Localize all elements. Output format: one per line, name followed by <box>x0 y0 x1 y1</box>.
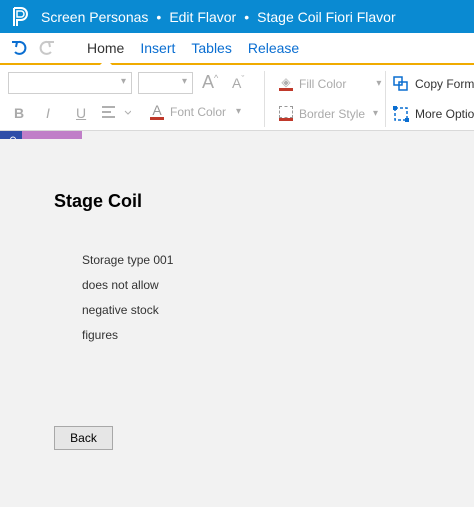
more-options-button[interactable]: More Options <box>393 106 474 122</box>
border-style-button[interactable]: Border Style ▾ <box>279 106 378 121</box>
italic-button[interactable]: I <box>46 105 50 121</box>
message-line: figures <box>82 328 119 342</box>
font-family-select[interactable]: ▾ <box>8 72 132 94</box>
grow-font-icon[interactable]: A ^ <box>202 72 218 93</box>
message-line: does not allow <box>82 278 159 292</box>
zoom-icon[interactable] <box>0 131 22 144</box>
shrink-font-icon[interactable]: Aˇ <box>232 74 244 91</box>
title-bar: Screen Personas • Edit Flavor • Stage Co… <box>0 0 474 33</box>
font-size-select[interactable]: ▾ <box>138 72 193 94</box>
message-line: negative stock <box>82 303 159 317</box>
bold-button[interactable]: B <box>14 105 24 121</box>
chevron-down-icon: ▾ <box>181 76 187 87</box>
border-style-icon <box>279 106 293 121</box>
breadcrumb-separator: • <box>156 8 162 25</box>
tab-insert[interactable]: Insert <box>132 33 183 63</box>
underline-button[interactable]: U <box>76 105 86 121</box>
breadcrumb-separator: • <box>244 8 250 25</box>
font-color-icon: A <box>150 103 164 120</box>
chevron-down-icon: ▾ <box>236 106 242 117</box>
copy-format-icon <box>393 76 408 91</box>
redo-icon[interactable] <box>35 37 57 59</box>
copy-format-button[interactable]: Copy Format <box>393 76 474 92</box>
fill-color-button[interactable]: ◈ Fill Color ▾ <box>279 76 381 91</box>
align-icon[interactable] <box>101 105 131 119</box>
page-title: Stage Coil <box>54 191 143 211</box>
back-button[interactable]: Back <box>54 426 113 450</box>
chevron-down-icon: ▾ <box>373 108 379 119</box>
chevron-down-icon: ▾ <box>376 78 382 89</box>
personas-logo-icon <box>9 6 31 28</box>
tab-home[interactable]: Home <box>79 33 132 65</box>
breadcrumb-edit-flavor[interactable]: Edit Flavor <box>169 9 236 25</box>
app-title: Screen Personas <box>41 8 149 25</box>
ribbon-divider <box>264 71 265 127</box>
ribbon-tab-bar: Home Insert Tables Release <box>0 33 474 65</box>
ribbon-toolbar: ▾ ▾ A ^ Aˇ B I U A Font Color ▾ ◈ Fill Co… <box>0 65 474 131</box>
more-options-icon <box>393 106 409 122</box>
chevron-down-icon: ▾ <box>120 76 126 87</box>
breadcrumb-flavor-name: Stage Coil Fiori Flavor <box>257 8 396 25</box>
undo-icon[interactable] <box>9 37 31 59</box>
paint-bucket-icon: ◈ <box>279 76 293 91</box>
message-line: Storage type 001 <box>82 253 174 267</box>
tab-release[interactable]: Release <box>240 33 307 63</box>
tab-tables[interactable]: Tables <box>183 33 239 63</box>
font-color-button[interactable]: A Font Color ▾ <box>150 103 241 120</box>
ribbon-divider <box>385 71 386 127</box>
